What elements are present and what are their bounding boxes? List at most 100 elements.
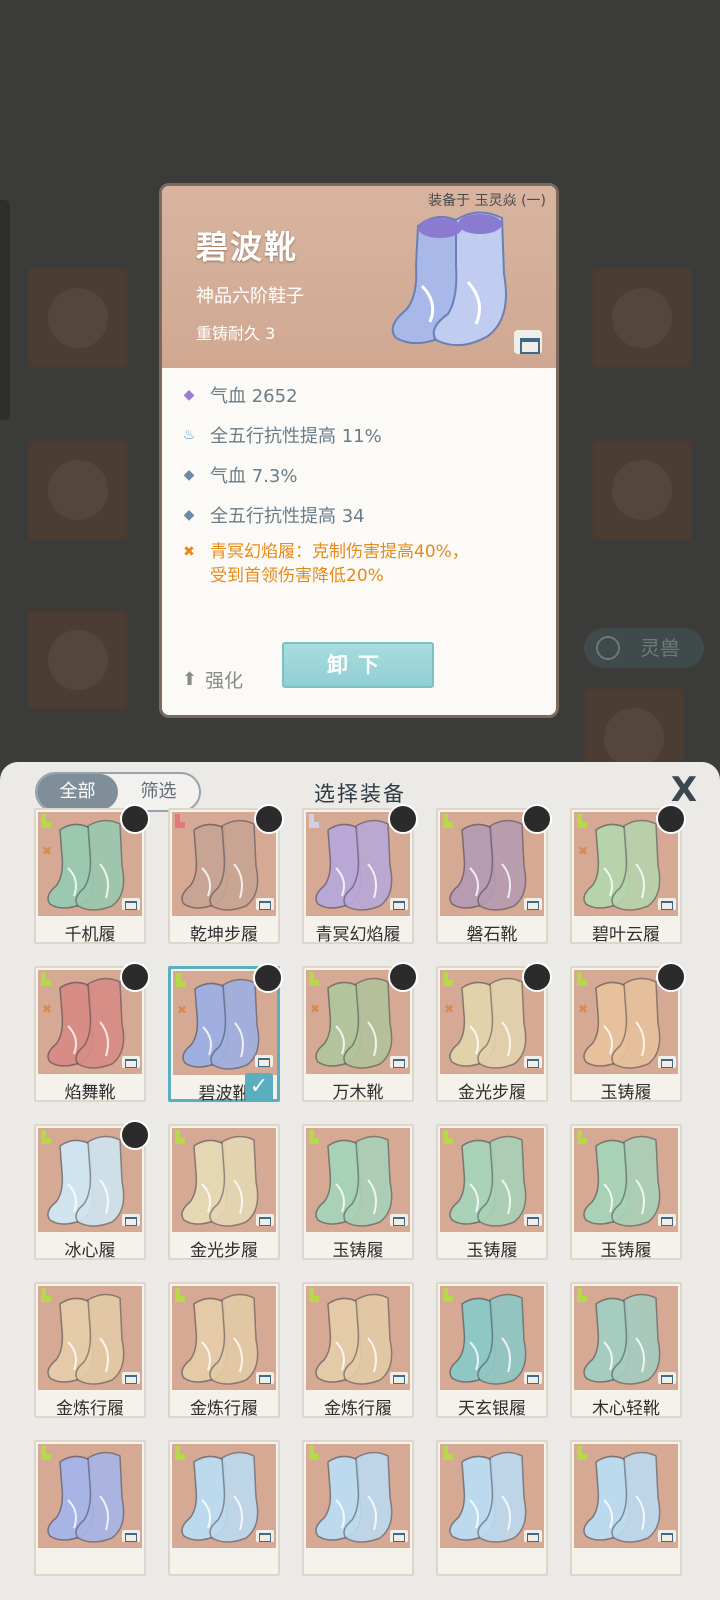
bg-equip-slot <box>592 440 692 540</box>
storage-chest-icon <box>658 1530 676 1542</box>
pet-button[interactable]: 灵兽 <box>584 628 704 668</box>
storage-chest-icon <box>658 1056 676 1068</box>
boot-type-icon <box>575 813 589 829</box>
equipment-card[interactable]: 金炼行履 <box>168 1282 280 1419</box>
pet-button-label: 灵兽 <box>640 636 680 660</box>
equipment-name: 木心轻靴 <box>592 1399 660 1419</box>
storage-chest-icon <box>658 898 676 910</box>
stat-row: ♨ 全五行抗性提高 11% <box>182 422 382 448</box>
equipment-card[interactable]: ✖ 碧叶云履 <box>570 804 686 945</box>
set-bonus-icon: ✖ <box>444 1002 455 1016</box>
set-bonus-icon: ✖ <box>42 1002 53 1016</box>
equipment-name: 冰心履 <box>64 1241 116 1261</box>
equipment-name: 玉铸履 <box>332 1241 384 1261</box>
boot-type-icon <box>39 971 53 987</box>
equipment-card[interactable] <box>168 1440 280 1576</box>
character-avatar <box>388 804 418 834</box>
item-recast-durability: 重铸耐久 3 <box>196 324 276 343</box>
stat-row: ◆ 气血 7.3% <box>182 462 298 488</box>
storage-chest-icon <box>256 898 274 910</box>
storage-chest-icon <box>390 1530 408 1542</box>
set-effect-line: 受到首领伤害降低20% <box>210 566 384 586</box>
equipment-card[interactable] <box>570 1440 682 1576</box>
equipment-card[interactable]: 磐石靴 <box>436 804 552 945</box>
stat-text: 气血 2652 <box>210 386 298 407</box>
equipment-card[interactable] <box>436 1440 548 1576</box>
blue-diamond-icon: ◆ <box>183 507 195 523</box>
storage-chest-icon <box>524 898 542 910</box>
equipment-card[interactable]: ✖ 金光步履 <box>436 962 552 1103</box>
stat-text: 全五行抗性提高 11% <box>210 426 382 447</box>
enhance-button[interactable]: ⬆ 强化 <box>182 666 243 693</box>
equipment-card[interactable]: 金炼行履 <box>34 1282 146 1419</box>
equipment-name: 金炼行履 <box>190 1399 258 1419</box>
boot-type-icon <box>307 971 321 987</box>
character-avatar <box>253 963 283 993</box>
storage-chest-button[interactable] <box>514 330 542 354</box>
stat-row: ◆ 气血 2652 <box>182 382 298 408</box>
set-bonus-icon: ✖ <box>42 844 53 858</box>
equipment-card[interactable]: 乾坤步履 <box>168 804 284 945</box>
equipment-selection-panel: 全部 筛选 选择装备 X ✖ 千机履 乾坤步履 青冥幻焰履 磐石靴 ✖ 碧叶云履 ✖ 焰舞靴 ✖ 碧… <box>0 762 720 1600</box>
side-drawer-handle[interactable] <box>0 200 10 420</box>
boot-type-icon <box>575 1129 589 1145</box>
storage-chest-icon <box>524 1372 542 1384</box>
checkmark-icon: ✓ <box>245 1073 273 1101</box>
boot-illustration <box>391 211 507 347</box>
bg-equip-slot <box>28 610 128 710</box>
equipment-card[interactable]: 冰心履 <box>34 1120 150 1261</box>
character-avatar <box>120 962 150 992</box>
unequip-button[interactable]: 卸下 <box>282 642 434 688</box>
storage-chest-icon <box>390 1056 408 1068</box>
bg-equip-slot <box>28 268 128 368</box>
storage-chest-icon <box>122 1530 140 1542</box>
equipment-card[interactable]: ✖ 玉铸履 <box>570 962 686 1103</box>
equipment-card[interactable]: 天玄银履 <box>436 1282 548 1419</box>
storage-chest-icon <box>122 1372 140 1384</box>
stat-text: 全五行抗性提高 34 <box>210 506 365 527</box>
equipment-name: 千机履 <box>64 925 116 945</box>
boot-type-icon <box>575 971 589 987</box>
boot-type-icon <box>173 1445 187 1461</box>
equipment-card[interactable]: ✖ 焰舞靴 <box>34 962 150 1103</box>
equipment-card[interactable]: 青冥幻焰履 <box>302 804 418 945</box>
set-bonus-icon: ✖ <box>578 1002 589 1016</box>
equipment-card[interactable]: 金光步履 <box>168 1124 280 1261</box>
storage-chest-icon <box>658 1372 676 1384</box>
equipment-card[interactable]: 金炼行履 <box>302 1282 414 1419</box>
boot-type-icon <box>39 813 53 829</box>
equipment-card[interactable]: 玉铸履 <box>436 1124 548 1261</box>
storage-chest-icon <box>390 1372 408 1384</box>
up-arrow-icon: ⬆ <box>182 669 198 690</box>
equipment-card[interactable] <box>302 1440 414 1576</box>
character-avatar <box>388 962 418 992</box>
equipment-name: 玉铸履 <box>600 1083 652 1103</box>
boot-type-icon <box>441 813 455 829</box>
equipment-card[interactable]: 玉铸履 <box>302 1124 414 1261</box>
equipment-card[interactable]: 玉铸履 <box>570 1124 682 1261</box>
equipment-grid: ✖ 千机履 乾坤步履 青冥幻焰履 磐石靴 ✖ 碧叶云履 ✖ 焰舞靴 ✖ 碧波靴 ✓ ✖ 万木靴 ✖ 金光步履 ✖… <box>0 762 720 1600</box>
equipment-name: 玉铸履 <box>466 1241 518 1261</box>
boot-type-icon <box>173 1287 187 1303</box>
equipment-card[interactable]: ✖ 万木靴 <box>302 962 418 1103</box>
equipment-card[interactable]: ✖ 碧波靴 ✓ <box>168 963 283 1104</box>
storage-chest-icon <box>524 1056 542 1068</box>
equipment-name: 玉铸履 <box>600 1241 652 1261</box>
item-detail-header: 装备于 玉灵焱 (一) 碧波靴 神品六阶鞋子 重铸耐久 3 <box>162 186 556 368</box>
equipment-card[interactable]: 木心轻靴 <box>570 1282 682 1419</box>
stat-text: 气血 7.3% <box>210 466 298 487</box>
storage-chest-icon <box>524 1214 542 1226</box>
storage-chest-icon <box>256 1372 274 1384</box>
character-avatar <box>254 804 284 834</box>
equipment-card[interactable] <box>34 1440 146 1576</box>
equipment-card[interactable]: ✖ 千机履 <box>34 804 150 945</box>
boot-type-icon <box>441 1287 455 1303</box>
item-name: 碧波靴 <box>196 228 299 266</box>
boot-type-icon <box>307 813 321 829</box>
storage-chest-icon <box>256 1214 274 1226</box>
bg-equip-slot <box>28 440 128 540</box>
equipment-name: 万木靴 <box>332 1083 384 1103</box>
boot-type-icon <box>575 1287 589 1303</box>
storage-chest-icon <box>122 898 140 910</box>
set-bonus-icon: ✖ <box>183 544 195 560</box>
